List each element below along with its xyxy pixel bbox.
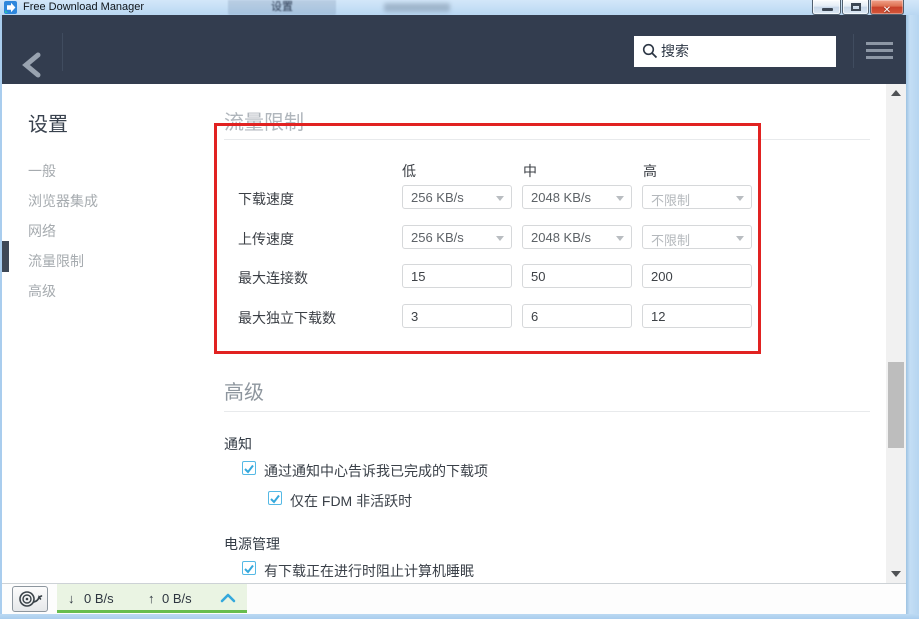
app-header bbox=[2, 15, 906, 84]
group-title-power: 电源管理 bbox=[224, 534, 280, 554]
sidebar-selection-marker bbox=[2, 241, 9, 272]
search-input[interactable] bbox=[661, 36, 831, 65]
back-button[interactable] bbox=[14, 47, 52, 83]
close-button[interactable]: ✕ bbox=[870, 0, 904, 15]
max-downloads-high-input[interactable] bbox=[642, 304, 752, 328]
window-title: Free Download Manager bbox=[23, 1, 144, 13]
upload-speed-value: 0 B/s bbox=[162, 591, 192, 606]
ghost-background-artifact bbox=[384, 3, 450, 12]
header-divider bbox=[853, 34, 854, 68]
window-frame-right bbox=[906, 15, 919, 619]
maximize-button[interactable] bbox=[842, 0, 869, 15]
download-speed-high-select[interactable]: 不限制 bbox=[642, 185, 752, 209]
minimize-icon bbox=[822, 8, 833, 11]
minimize-button[interactable] bbox=[812, 0, 841, 15]
window-frame-left bbox=[0, 15, 2, 619]
chevron-down-icon bbox=[736, 196, 744, 201]
window-body: 设置 一般 浏览器集成 网络 流量限制 高级 流量限制 低 中 高 下载速度 2… bbox=[2, 15, 906, 614]
column-header-low: 低 bbox=[402, 161, 416, 181]
upload-speed-high-select[interactable]: 不限制 bbox=[642, 225, 752, 249]
section-divider bbox=[224, 139, 870, 140]
scroll-down-icon[interactable] bbox=[891, 571, 901, 577]
max-connections-medium-input[interactable] bbox=[522, 264, 632, 288]
fdm-app-icon bbox=[4, 1, 17, 14]
download-speed-value: 0 B/s bbox=[84, 591, 114, 606]
window-frame-bottom bbox=[0, 614, 919, 619]
max-connections-low-input[interactable] bbox=[402, 264, 512, 288]
max-connections-high-input[interactable] bbox=[642, 264, 752, 288]
sidebar-item-network[interactable]: 网络 bbox=[28, 221, 178, 237]
upload-arrow-icon: ↑ bbox=[148, 591, 155, 606]
speed-panel[interactable]: ↓ 0 B/s ↑ 0 B/s bbox=[57, 584, 247, 613]
advanced-section-heading: 高级 bbox=[224, 376, 264, 405]
row-label-max-downloads: 最大独立下载数 bbox=[238, 308, 336, 328]
prevent-sleep-label[interactable]: 有下载正在进行时阻止计算机睡眠 bbox=[264, 561, 474, 581]
chevron-down-icon bbox=[616, 236, 624, 241]
menu-icon[interactable] bbox=[866, 42, 893, 59]
chevron-up-icon[interactable] bbox=[220, 592, 236, 604]
settings-heading: 设置 bbox=[28, 108, 68, 137]
chevron-down-icon bbox=[736, 236, 744, 241]
download-speed-low-select[interactable]: 256 KB/s bbox=[402, 185, 512, 209]
sidebar-item-browser[interactable]: 浏览器集成 bbox=[28, 191, 178, 207]
upload-speed-medium-select[interactable]: 2048 KB/s bbox=[522, 225, 632, 249]
row-label-download-speed: 下载速度 bbox=[238, 189, 294, 209]
traffic-section-heading: 流量限制 bbox=[224, 106, 304, 135]
checkmark-icon bbox=[243, 563, 255, 575]
upload-speed-low-select[interactable]: 256 KB/s bbox=[402, 225, 512, 249]
checkmark-icon bbox=[243, 463, 255, 475]
chevron-down-icon bbox=[616, 196, 624, 201]
maximize-icon bbox=[851, 3, 861, 11]
chevron-down-icon bbox=[496, 236, 504, 241]
scroll-up-icon[interactable] bbox=[891, 90, 901, 96]
section-divider bbox=[224, 411, 870, 412]
status-bar: ↓ 0 B/s ↑ 0 B/s bbox=[2, 583, 906, 614]
prevent-sleep-checkbox[interactable] bbox=[242, 561, 256, 575]
group-title-notifications: 通知 bbox=[224, 434, 252, 454]
title-bar: Free Download Manager 设置 ✕ bbox=[0, 0, 919, 15]
vertical-scrollbar[interactable] bbox=[886, 84, 906, 583]
snail-icon bbox=[17, 589, 43, 609]
sidebar-item-general[interactable]: 一般 bbox=[28, 161, 178, 177]
header-divider bbox=[62, 33, 63, 71]
download-arrow-icon: ↓ bbox=[68, 591, 75, 606]
search-icon bbox=[642, 43, 658, 59]
column-header-medium: 中 bbox=[523, 161, 537, 181]
notify-completed-checkbox[interactable] bbox=[242, 461, 256, 475]
max-downloads-low-input[interactable] bbox=[402, 304, 512, 328]
chevron-down-icon bbox=[496, 196, 504, 201]
search-box bbox=[634, 36, 836, 67]
checkmark-icon bbox=[269, 493, 281, 505]
notify-completed-label[interactable]: 通过通知中心告诉我已完成的下载项 bbox=[264, 461, 488, 481]
row-label-max-connections: 最大连接数 bbox=[238, 268, 308, 288]
download-speed-medium-select[interactable]: 2048 KB/s bbox=[522, 185, 632, 209]
sidebar-item-traffic[interactable]: 流量限制 bbox=[28, 251, 178, 267]
row-label-upload-speed: 上传速度 bbox=[238, 229, 294, 249]
scrollbar-thumb[interactable] bbox=[888, 362, 904, 448]
max-downloads-medium-input[interactable] bbox=[522, 304, 632, 328]
snail-mode-button[interactable] bbox=[12, 586, 48, 612]
only-when-inactive-label[interactable]: 仅在 FDM 非活跃时 bbox=[290, 491, 412, 511]
only-when-inactive-checkbox[interactable] bbox=[268, 491, 282, 505]
ghost-background-tab: 设置 bbox=[228, 0, 336, 15]
column-header-high: 高 bbox=[643, 161, 657, 181]
sidebar-item-advanced[interactable]: 高级 bbox=[28, 281, 178, 297]
